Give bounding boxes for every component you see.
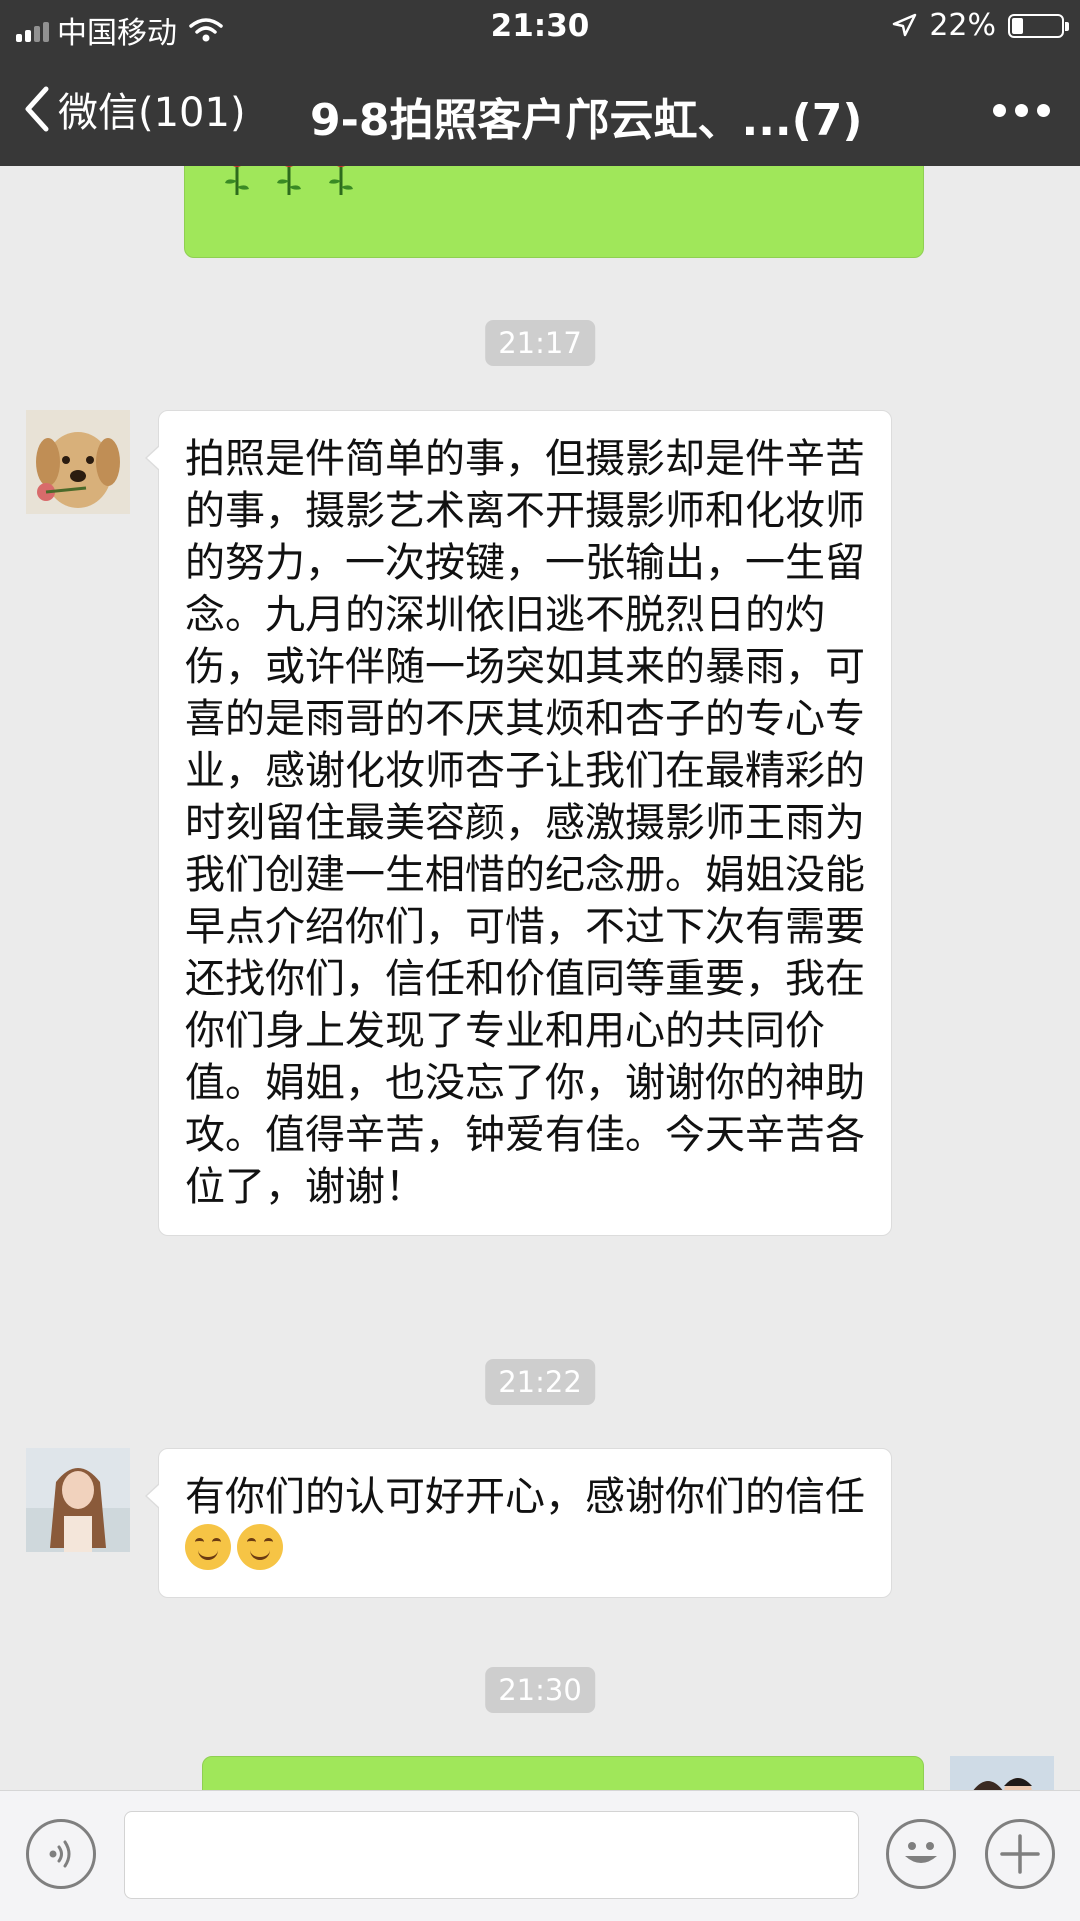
rose-icon xyxy=(277,166,301,195)
back-button[interactable]: 微信(101) xyxy=(22,80,246,138)
emoji-button[interactable] xyxy=(886,1819,956,1889)
message-input[interactable] xyxy=(124,1811,859,1899)
location-arrow-icon xyxy=(893,13,917,36)
battery-percent: 22% xyxy=(929,8,996,43)
couple-avatar-image xyxy=(950,1756,1054,1790)
nav-bar: 微信(101) 9-8拍照客户邝云虹、...(7) xyxy=(0,54,1080,166)
message-bubble-outgoing[interactable] xyxy=(202,1756,924,1790)
message-text: 拍照是件简单的事，但摄影却是件辛苦的事，摄影艺术离不开摄影师和化妆师的努力，一次… xyxy=(185,436,865,1210)
plus-icon xyxy=(1000,1834,1040,1874)
top-bar: 中国移动 21:30 22% 微信(101) 9-8拍照客户邝云虹、...(7) xyxy=(0,0,1080,166)
status-right: 22% xyxy=(891,8,1069,43)
more-icon[interactable] xyxy=(993,104,1050,117)
message-bubble-incoming[interactable]: 拍照是件简单的事，但摄影却是件辛苦的事，摄影艺术离不开摄影师和化妆师的努力，一次… xyxy=(145,410,892,1236)
voice-button[interactable] xyxy=(26,1819,96,1889)
rose-emoji-group xyxy=(223,166,355,197)
smile-emoji-icon xyxy=(237,1524,283,1570)
avatar[interactable] xyxy=(26,410,130,514)
avatar[interactable] xyxy=(26,1448,130,1552)
rose-icon xyxy=(329,166,353,195)
plus-button[interactable] xyxy=(985,1819,1055,1889)
rose-icon xyxy=(225,166,249,195)
message-bubble-incoming[interactable]: 有你们的认可好开心，感谢你们的信任 xyxy=(145,1448,892,1598)
girl-avatar-image xyxy=(26,1448,130,1552)
timestamp: 21:22 xyxy=(485,1359,595,1405)
timestamp: 21:17 xyxy=(485,320,595,366)
status-bar: 中国移动 21:30 22% xyxy=(0,0,1080,54)
emoji-icon xyxy=(905,1842,937,1863)
dog-avatar-image xyxy=(26,410,130,514)
chat-title: 9-8拍照客户邝云虹、...(7) xyxy=(310,95,863,146)
voice-icon xyxy=(49,1840,71,1868)
smile-emoji-icon xyxy=(185,1524,231,1570)
message-text: 有你们的认可好开心，感谢你们的信任 xyxy=(185,1474,865,1520)
back-label: 微信(101) xyxy=(58,90,246,136)
chat-area[interactable]: 21:17 拍照是件简单的事，但摄影却是件辛苦的事，摄影艺术离不开摄影师和化妆师… xyxy=(0,166,1080,1790)
message-bubble-outgoing[interactable] xyxy=(184,166,924,258)
avatar[interactable] xyxy=(950,1756,1054,1790)
timestamp: 21:30 xyxy=(485,1667,595,1713)
battery-icon xyxy=(1008,13,1069,38)
chevron-left-icon xyxy=(25,86,49,132)
battery-fill xyxy=(1012,17,1023,34)
input-bar xyxy=(0,1790,1080,1921)
